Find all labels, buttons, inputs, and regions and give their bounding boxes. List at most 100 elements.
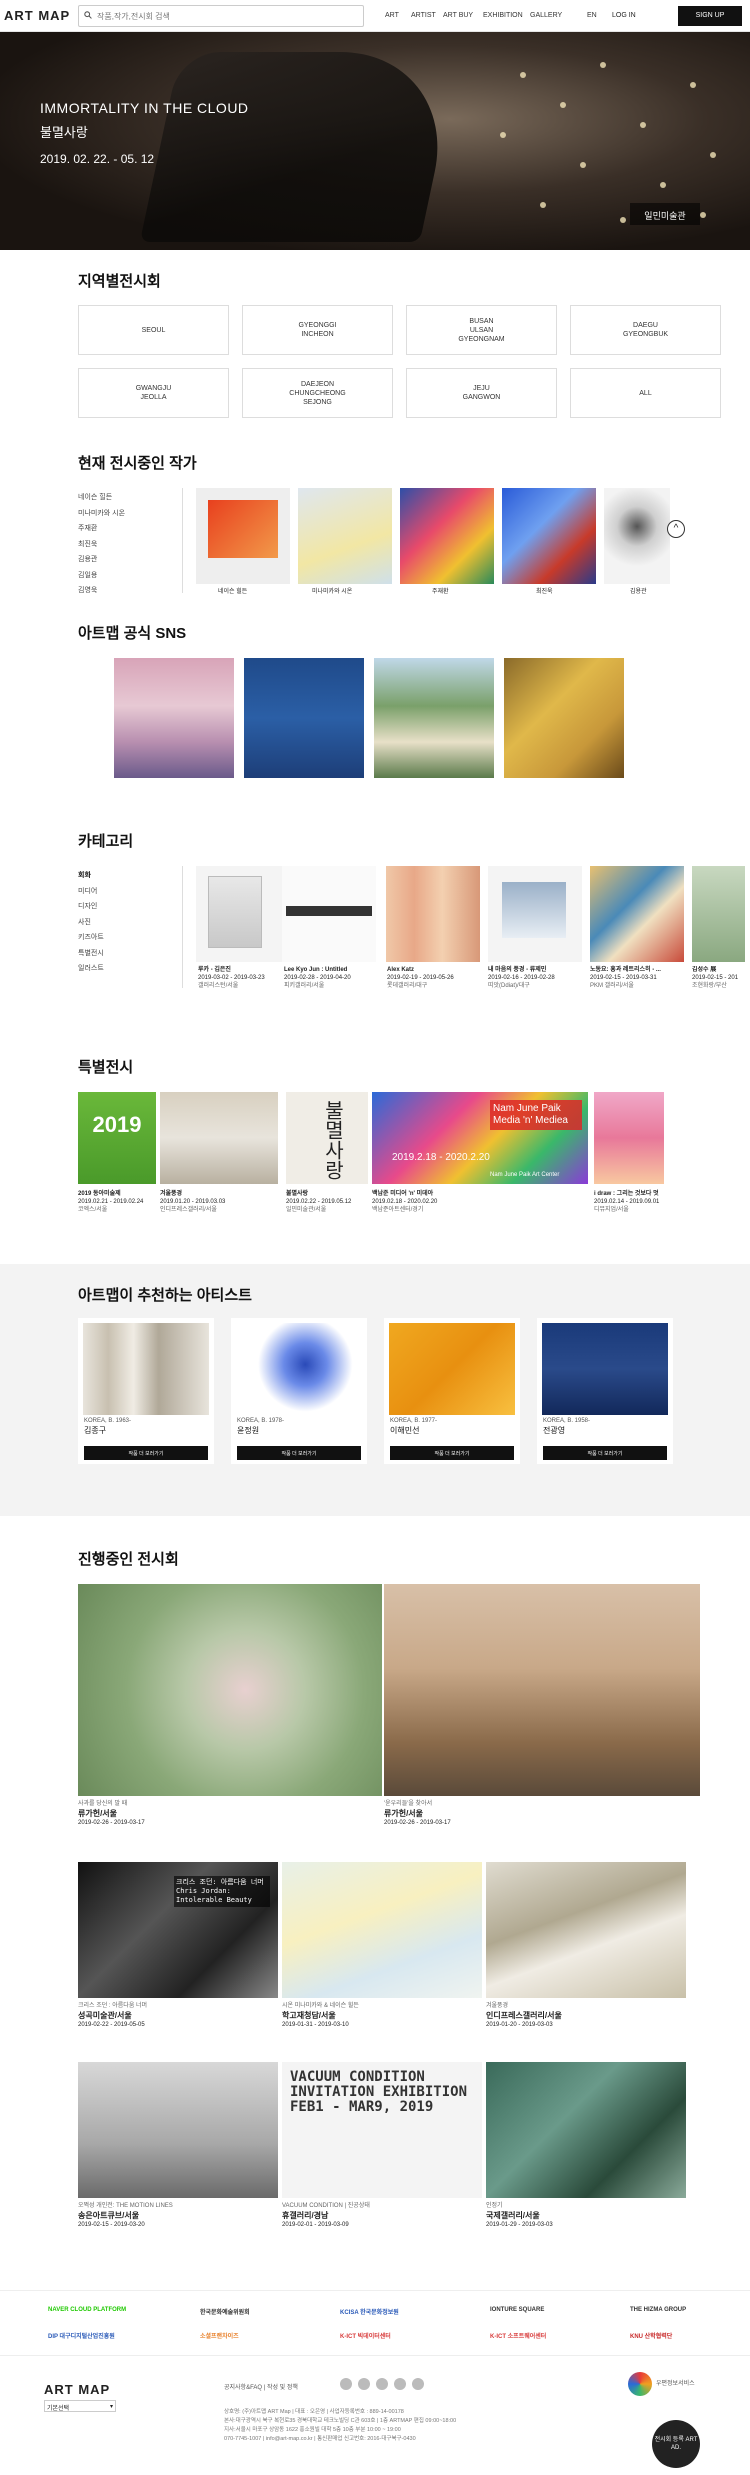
artist-name: 김종구 xyxy=(84,1426,107,1435)
partner-logo[interactable]: NAVER CLOUD PLATFORM xyxy=(48,2307,126,2313)
recommend-artist-card[interactable]: KOREA, B. 1963- 김종구 작품 더 보러가기 xyxy=(78,1318,214,1464)
ongoing-thumb[interactable] xyxy=(282,1862,482,1998)
chevron-up-icon[interactable]: ^ xyxy=(667,520,685,538)
region-jeju-button[interactable]: JEJU GANGWON xyxy=(406,368,557,418)
instagram-icon[interactable] xyxy=(340,2378,352,2390)
artist-list-item[interactable]: 최진욱 xyxy=(78,537,125,553)
signup-button[interactable]: SIGN UP xyxy=(678,6,742,26)
artist-thumb[interactable] xyxy=(196,488,290,584)
region-daejeon-button[interactable]: DAEJEON CHUNGCHEONG SEJONG xyxy=(242,368,393,418)
artist-list: 네이슨 힐든 미나미카와 시온 주재환 최진욱 김용관 김일용 김영욱 xyxy=(78,490,125,599)
sns-post[interactable] xyxy=(374,658,494,778)
recommend-artist-card[interactable]: KOREA, B. 1978- 윤정원 작품 더 보러가기 xyxy=(231,1318,367,1464)
category-item[interactable]: 디자인 xyxy=(78,899,104,915)
category-item-painting[interactable]: 회화 xyxy=(78,868,104,884)
category-item[interactable]: 사진 xyxy=(78,915,104,931)
artist-list-item[interactable]: 김일용 xyxy=(78,568,125,584)
category-item-caption: Alex Katz 2019-02-19 - 2019-05-26 롯데갤러리/대구 xyxy=(387,967,454,989)
nav-art[interactable]: ART xyxy=(385,12,399,19)
nav-artist[interactable]: ARTIST xyxy=(411,12,436,19)
ongoing-thumb[interactable] xyxy=(486,2062,686,2198)
footer-logo[interactable]: ART MAP xyxy=(44,2382,110,2397)
partner-logo[interactable]: KNU 산학협력단 xyxy=(630,2331,672,2340)
ongoing-thumb[interactable]: VACUUM CONDITION INVITATION EXHIBITION F… xyxy=(282,2062,482,2198)
region-all-button[interactable]: ALL xyxy=(570,368,721,418)
category-title: 카테고리 xyxy=(78,833,134,850)
artist-list-item[interactable]: 미나미카와 시온 xyxy=(78,506,125,522)
partner-logo[interactable]: THE HIZMA GROUP xyxy=(630,2307,686,2313)
region-seoul-button[interactable]: SEOUL xyxy=(78,305,229,355)
special-thumb[interactable] xyxy=(594,1092,664,1184)
nav-exhibition[interactable]: EXHIBITION xyxy=(483,12,523,19)
category-thumb[interactable] xyxy=(488,866,582,962)
category-thumb[interactable] xyxy=(590,866,684,962)
category-thumb[interactable] xyxy=(386,866,480,962)
footer-links[interactable]: 공지사항&FAQ | 작성 및 정책 xyxy=(224,2382,298,2391)
category-item[interactable]: 일러스트 xyxy=(78,961,104,977)
partner-logo[interactable]: 한국문화예술위원회 xyxy=(200,2307,250,2316)
artist-list-item[interactable]: 김영욱 xyxy=(78,583,125,599)
nav-art-buy[interactable]: ART BUY xyxy=(443,12,473,19)
artist-list-item[interactable]: 주재환 xyxy=(78,521,125,537)
view-more-button[interactable]: 작품 더 보러가기 xyxy=(390,1446,514,1460)
sns-post[interactable] xyxy=(504,658,624,778)
category-thumb[interactable] xyxy=(196,866,290,962)
ongoing-caption: '윤우리들'을 찾아서 류가헌/서울 2019-02-26 - 2019-03-17 xyxy=(384,1801,451,1826)
partner-logo[interactable]: KCISA 한국문화정보원 xyxy=(340,2307,399,2316)
region-busan-button[interactable]: BUSAN ULSAN GYEONGNAM xyxy=(406,305,557,355)
recommend-artist-card[interactable]: KOREA, B. 1977- 이해민선 작품 더 보러가기 xyxy=(384,1318,520,1464)
facebook-icon[interactable] xyxy=(358,2378,370,2390)
sns-post[interactable] xyxy=(114,658,234,778)
special-banner-sub: Nam June Paik Art Center xyxy=(490,1172,560,1178)
artist-thumb[interactable] xyxy=(298,488,392,584)
partner-logo[interactable]: DIP 대구디지털산업진흥원 xyxy=(48,2331,115,2340)
artist-list-item[interactable]: 네이슨 힐든 xyxy=(78,490,125,506)
register-exhibition-badge[interactable]: 전시회 등록 ART AD. xyxy=(652,2420,700,2468)
partner-logo[interactable]: IONTURE SQUARE xyxy=(490,2307,544,2313)
artist-thumb[interactable] xyxy=(400,488,494,584)
partner-logo[interactable]: 소셜프랜차이즈 xyxy=(200,2331,239,2340)
youtube-icon[interactable] xyxy=(376,2378,388,2390)
region-gwangju-button[interactable]: GWANGJU JEOLLA xyxy=(78,368,229,418)
category-thumb[interactable] xyxy=(692,866,745,962)
ongoing-caption: VACUUM CONDITION | 진공상태 휴갤러리/경남 2019-02-01… xyxy=(282,2203,370,2228)
region-daegu-button[interactable]: DAEGU GYEONGBUK xyxy=(570,305,721,355)
ongoing-thumb[interactable] xyxy=(384,1584,700,1796)
recommend-artist-card[interactable]: KOREA, B. 1958- 전광영 작품 더 보러가기 xyxy=(537,1318,673,1464)
category-thumb[interactable] xyxy=(282,866,376,962)
category-item-caption: 노동요: 흥과 레트리스히 - ... 2019-02-15 - 2019-03-… xyxy=(590,967,661,989)
special-banner[interactable]: Nam June Paik Media 'n' Mediea 2019.2.18… xyxy=(372,1092,588,1184)
sns-post[interactable] xyxy=(244,658,364,778)
special-thumb[interactable]: 불멸사랑 xyxy=(286,1092,368,1184)
artist-thumb[interactable] xyxy=(604,488,670,584)
partner-logo[interactable]: K-ICT 소프트웨어센터 xyxy=(490,2331,546,2340)
chat-icon[interactable] xyxy=(412,2378,424,2390)
blog-icon[interactable] xyxy=(394,2378,406,2390)
hero-venue-badge[interactable]: 일민미술관 xyxy=(630,203,700,225)
category-item[interactable]: 특별전시 xyxy=(78,946,104,962)
ongoing-thumb[interactable]: 크리스 조던: 아름다움 너머 Chris Jordan: Intolerabl… xyxy=(78,1862,278,1998)
ongoing-thumb[interactable] xyxy=(78,2062,278,2198)
view-more-button[interactable]: 작품 더 보러가기 xyxy=(84,1446,208,1460)
view-more-button[interactable]: 작품 더 보러가기 xyxy=(237,1446,361,1460)
special-thumb[interactable]: 2019 xyxy=(78,1092,156,1184)
region-gyeonggi-button[interactable]: GYEONGGI INCHEON xyxy=(242,305,393,355)
category-item[interactable]: 키즈아트 xyxy=(78,930,104,946)
ongoing-thumb[interactable] xyxy=(486,1862,686,1998)
login-button[interactable]: LOG IN xyxy=(612,12,636,19)
artist-thumb[interactable] xyxy=(502,488,596,584)
nav-gallery[interactable]: GALLERY xyxy=(530,12,562,19)
ongoing-thumb[interactable] xyxy=(78,1584,382,1796)
language-toggle[interactable]: EN xyxy=(587,12,597,19)
postal-service-logo xyxy=(628,2372,652,2396)
logo[interactable]: ART MAP xyxy=(4,8,70,23)
special-thumb[interactable] xyxy=(160,1092,278,1184)
artist-name: 전광영 xyxy=(543,1426,566,1435)
language-select[interactable]: 기본선택 ▾ xyxy=(44,2400,116,2412)
artist-list-item[interactable]: 김용관 xyxy=(78,552,125,568)
search-input[interactable]: 작품,작가,전시회 검색 xyxy=(78,5,364,27)
partner-logo[interactable]: K-ICT 빅데이터센터 xyxy=(340,2331,391,2340)
ongoing-caption: 크리스 조던 : 아름다움 너머 성곡미술관/서울 2019-02-22 - 201… xyxy=(78,2003,148,2028)
category-item[interactable]: 미디어 xyxy=(78,884,104,900)
view-more-button[interactable]: 작품 더 보러가기 xyxy=(543,1446,667,1460)
